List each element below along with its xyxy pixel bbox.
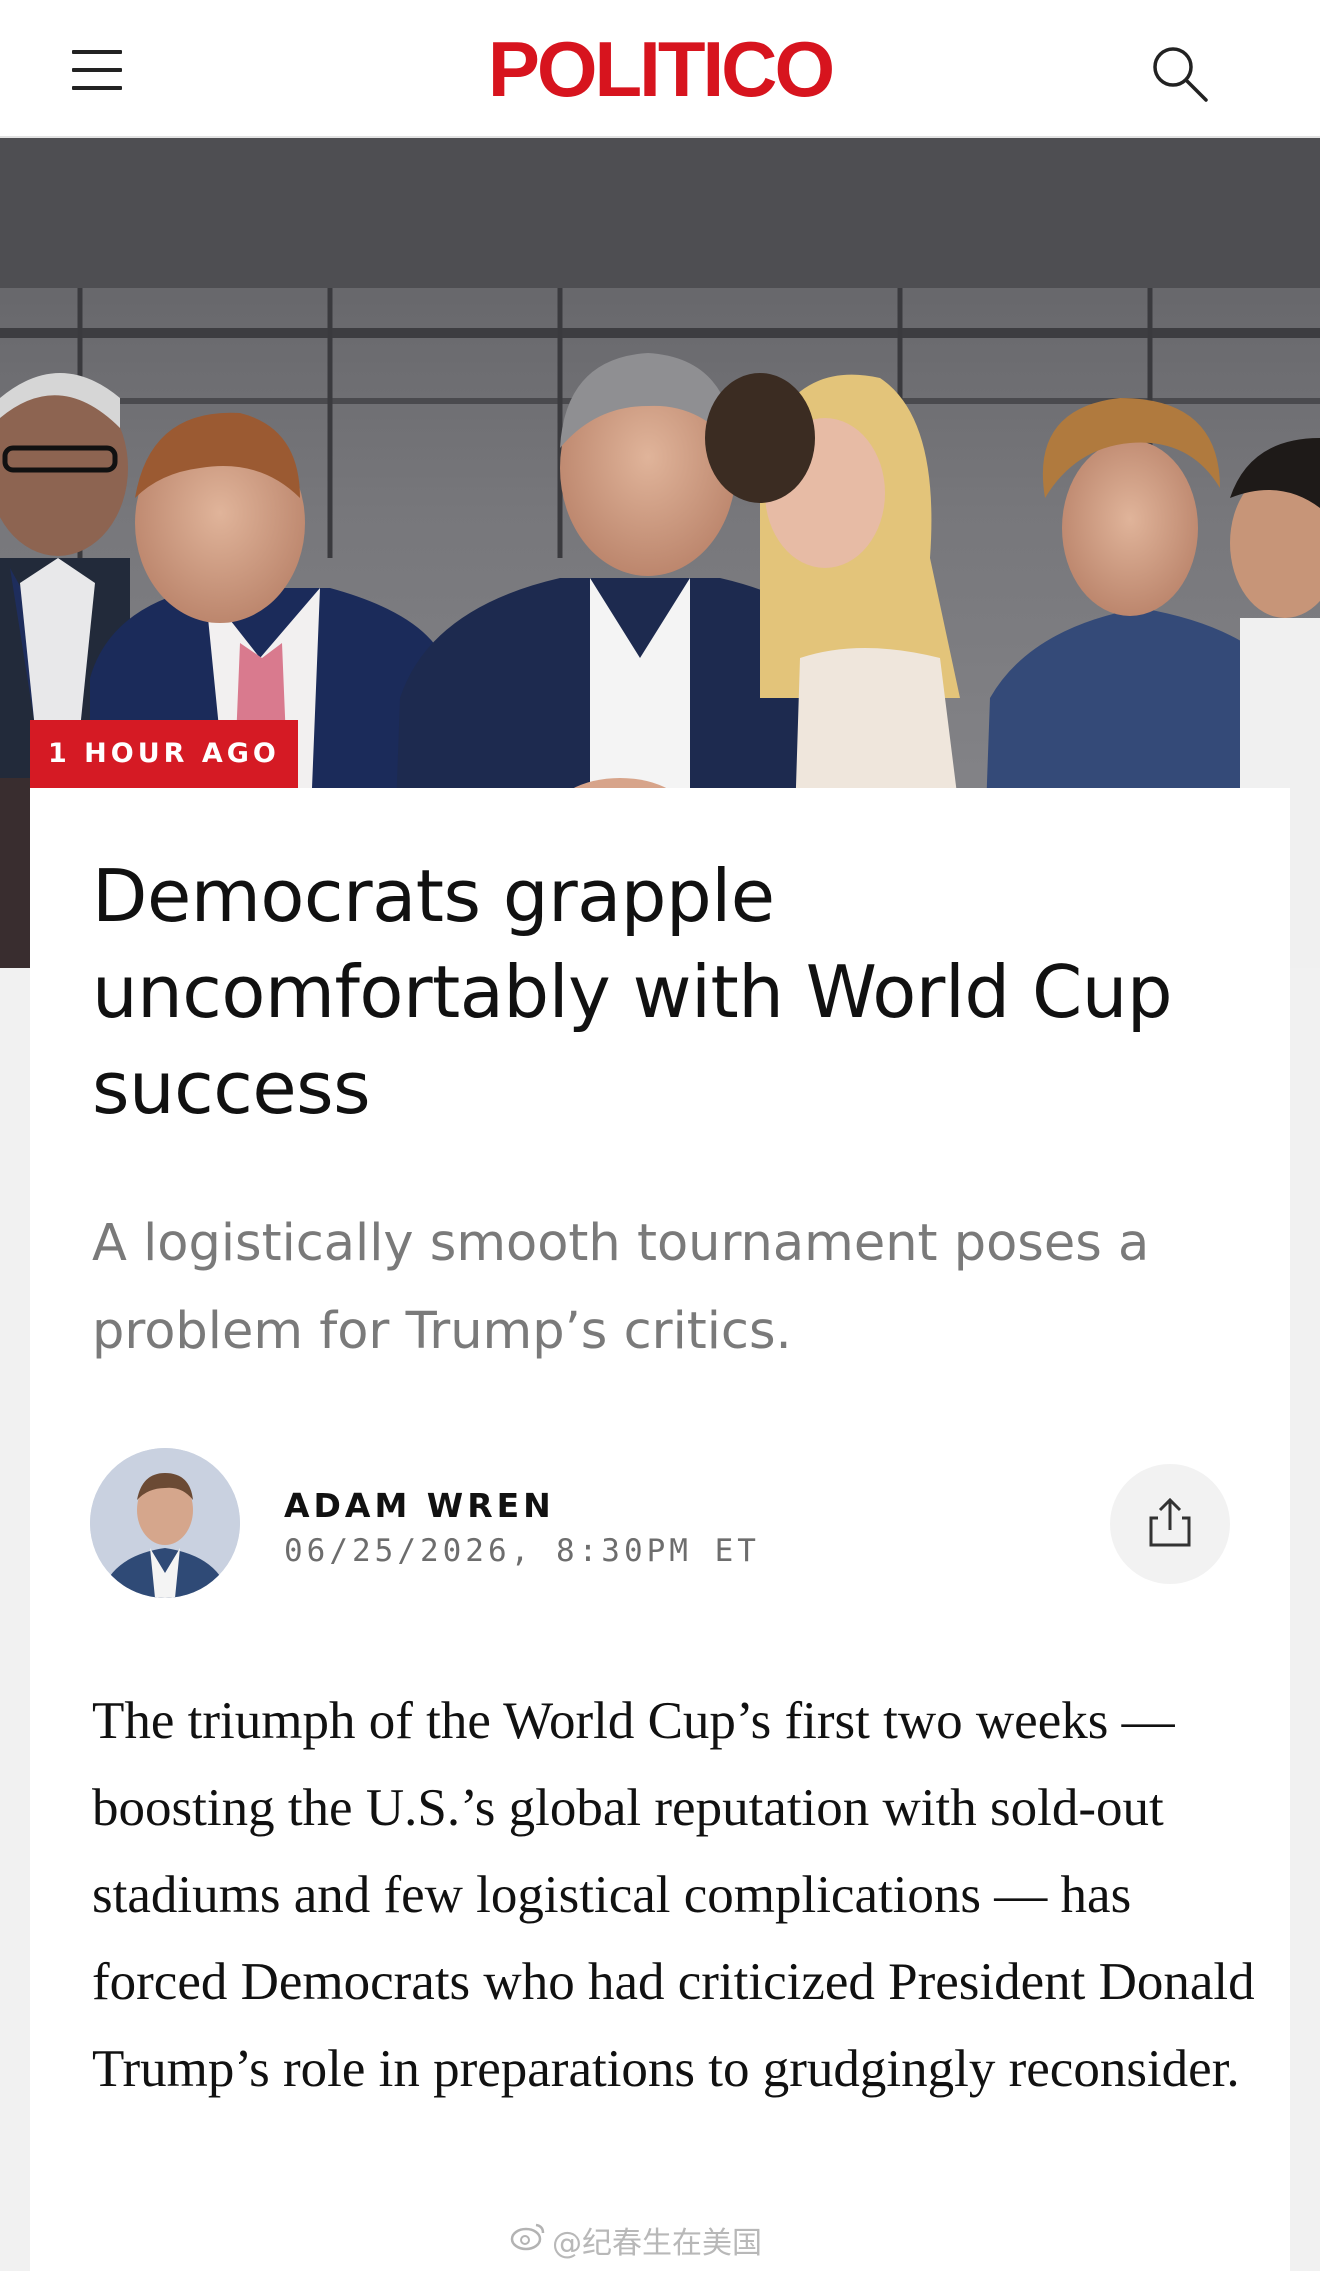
top-navigation-bar: POLITICO: [0, 0, 1320, 138]
timestamp-badge: 1 HOUR AGO: [30, 720, 298, 788]
politico-logo[interactable]: POLITICO: [488, 26, 835, 112]
article-dek: A logistically smooth tournament poses a…: [92, 1214, 1150, 1361]
article-body-paragraph: The triumph of the World Cup’s first two…: [92, 1692, 1255, 2098]
watermark: @纪春生在美国: [510, 2218, 762, 2262]
watermark-text: @纪春生在美国: [552, 2226, 762, 2261]
author-name[interactable]: ADAM WREN: [284, 1486, 555, 1526]
search-icon[interactable]: [1148, 42, 1210, 104]
share-button[interactable]: [1110, 1464, 1230, 1584]
author-avatar[interactable]: [90, 1448, 240, 1598]
hamburger-menu-icon[interactable]: [72, 48, 124, 92]
publish-date: 06/25/2026, 8:30PM ET: [284, 1533, 760, 1569]
site-logo-wrapper: POLITICO: [0, 26, 1320, 112]
article-headline[interactable]: Democrats grapple uncomfortably with Wor…: [92, 848, 1232, 1136]
share-icon: [1149, 1498, 1191, 1547]
weibo-icon: [510, 2221, 546, 2259]
article-card: Democrats grapple uncomfortably with Wor…: [30, 788, 1290, 2271]
